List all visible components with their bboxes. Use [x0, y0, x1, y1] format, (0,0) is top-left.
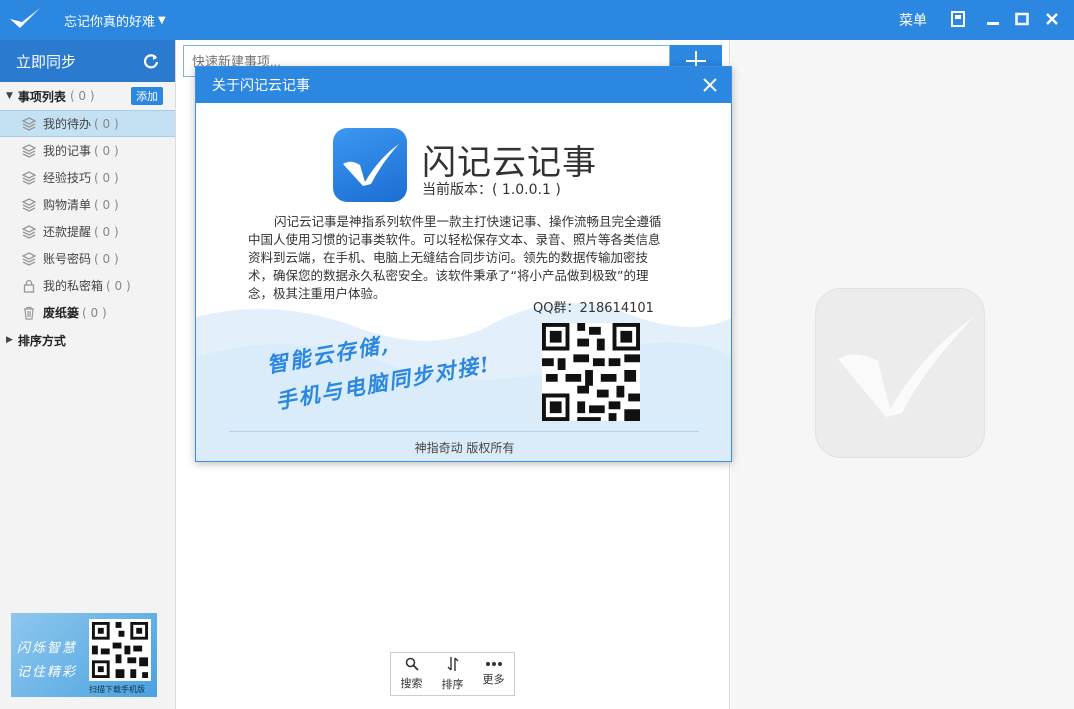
stack-icon	[22, 143, 36, 158]
sync-button[interactable]: 立即同步	[0, 40, 175, 82]
trash-icon	[24, 306, 34, 320]
stack-icon	[22, 116, 36, 131]
sidebar-item-label: 经验技巧	[43, 171, 92, 185]
more-icon	[485, 662, 502, 666]
minimize-button[interactable]	[982, 8, 1004, 30]
promo-caption: 扫描下载手机版	[89, 685, 145, 694]
sidebar-item-shopping[interactable]: 购物清单 ( 0 )	[0, 191, 175, 218]
skin-button[interactable]	[947, 8, 969, 30]
app-logo	[333, 128, 407, 202]
promo-line-1: 闪烁智慧	[17, 641, 78, 656]
search-icon	[405, 657, 419, 671]
title-bar: 忘记你真的好难 ▼ 菜单	[0, 0, 1074, 40]
sidebar-item-notes[interactable]: 我的记事 ( 0 )	[0, 137, 175, 164]
add-button[interactable]: 添加	[131, 87, 163, 105]
detail-panel	[731, 40, 1074, 709]
sidebar-item-todo[interactable]: 我的待办 ( 0 )	[0, 110, 175, 137]
sidebar-item-label: 购物清单	[43, 198, 92, 212]
sidebar-item-label: 我的待办	[43, 117, 92, 131]
stack-icon	[22, 224, 36, 239]
group-title: 事项列表	[17, 89, 66, 104]
chevron-down-icon: ▼	[158, 15, 166, 26]
user-name: 忘记你真的好难	[64, 15, 156, 30]
group-count: ( 0 )	[69, 89, 95, 103]
user-menu[interactable]: 忘记你真的好难 ▼	[64, 11, 166, 30]
sidebar-item-label: 我的私密箱	[43, 279, 104, 293]
app-version: 当前版本：( 1.0.0.1 )	[422, 182, 561, 198]
stack-icon	[22, 251, 36, 266]
app-logo-icon	[10, 8, 40, 28]
list-group-header[interactable]: ▼ 事项列表 ( 0 ) 添加	[0, 82, 175, 110]
close-button[interactable]	[1041, 8, 1063, 30]
search-label: 搜索	[400, 677, 423, 690]
stack-icon	[22, 170, 36, 185]
mobile-download-banner[interactable]: 闪烁智慧 记住精彩 扫描下载手机版	[11, 613, 157, 697]
maximize-icon	[1015, 12, 1029, 26]
sidebar-item-passwords[interactable]: 账号密码 ( 0 )	[0, 245, 175, 272]
app-name: 闪记云记事	[422, 143, 597, 183]
app-description: 闪记云记事是神指系列软件里一款主打快速记事、操作流畅且完全遵循中国人使用习惯的记…	[248, 214, 662, 301]
check-logo-icon	[343, 144, 399, 186]
sidebar-item-repayment[interactable]: 还款提醒 ( 0 )	[0, 218, 175, 245]
maximize-button[interactable]	[1011, 8, 1033, 30]
window-icon	[951, 11, 965, 27]
refresh-icon	[143, 54, 159, 69]
sidebar-item-private-box[interactable]: 我的私密箱 ( 0 )	[0, 272, 175, 299]
sort-button[interactable]: 排序	[432, 653, 473, 695]
about-dialog: 关于闪记云记事 闪记云记事 当前版本：( 1.0.0.1 ) 闪记云记事是神指系…	[195, 66, 732, 462]
dialog-title: 关于闪记云记事	[212, 78, 310, 94]
sidebar-item-count: ( 0 )	[94, 224, 119, 239]
lock-icon	[23, 279, 35, 293]
sync-label: 立即同步	[16, 52, 77, 71]
sort-button-label: 排序	[441, 678, 464, 691]
more-label: 更多	[482, 673, 505, 686]
sidebar: 立即同步 ▼ 事项列表 ( 0 ) 添加 我的待办 ( 0 ) 我的记事 ( 0…	[0, 40, 176, 709]
menu-button[interactable]: 菜单	[899, 10, 927, 30]
triangle-right-icon: ▶	[6, 335, 13, 345]
sort-icon	[447, 657, 458, 671]
placeholder-logo	[815, 288, 985, 458]
copyright: 神指奇动 版权所有	[414, 441, 515, 455]
sidebar-item-count: ( 0 )	[94, 197, 119, 212]
dialog-header: 关于闪记云记事	[196, 67, 731, 103]
search-button[interactable]: 搜索	[391, 653, 432, 695]
sidebar-item-trash[interactable]: 废纸篓 ( 0 )	[0, 299, 175, 326]
sidebar-item-count: ( 0 )	[106, 278, 131, 293]
sidebar-item-tips[interactable]: 经验技巧 ( 0 )	[0, 164, 175, 191]
qq-group: QQ群：218614101	[533, 301, 654, 316]
sidebar-item-count: ( 0 )	[94, 251, 119, 266]
more-button[interactable]: 更多	[473, 653, 514, 695]
qr-code-icon	[542, 323, 640, 421]
sort-label: 排序方式	[17, 333, 66, 348]
minimize-icon	[987, 22, 999, 25]
sidebar-item-count: ( 0 )	[94, 170, 119, 185]
sidebar-item-count: ( 0 )	[82, 305, 107, 320]
check-logo-icon	[838, 317, 974, 417]
sidebar-item-label: 我的记事	[43, 144, 92, 158]
triangle-down-icon: ▼	[6, 91, 13, 101]
sidebar-item-label: 账号密码	[43, 252, 92, 266]
sidebar-item-label: 废纸篓	[43, 306, 80, 320]
bottom-toolbar: 搜索 排序 更多	[390, 652, 515, 696]
qr-code-icon	[89, 619, 151, 681]
sidebar-item-count: ( 0 )	[94, 116, 119, 131]
close-icon	[703, 78, 717, 92]
footer-divider	[229, 431, 699, 432]
sidebar-item-count: ( 0 )	[94, 143, 119, 158]
sort-group-header[interactable]: ▶ 排序方式	[0, 326, 175, 354]
stack-icon	[22, 197, 36, 212]
sidebar-item-label: 还款提醒	[43, 225, 92, 239]
promo-line-2: 记住精彩	[17, 665, 78, 680]
close-icon	[1046, 13, 1058, 25]
dialog-close-button[interactable]	[699, 74, 721, 96]
